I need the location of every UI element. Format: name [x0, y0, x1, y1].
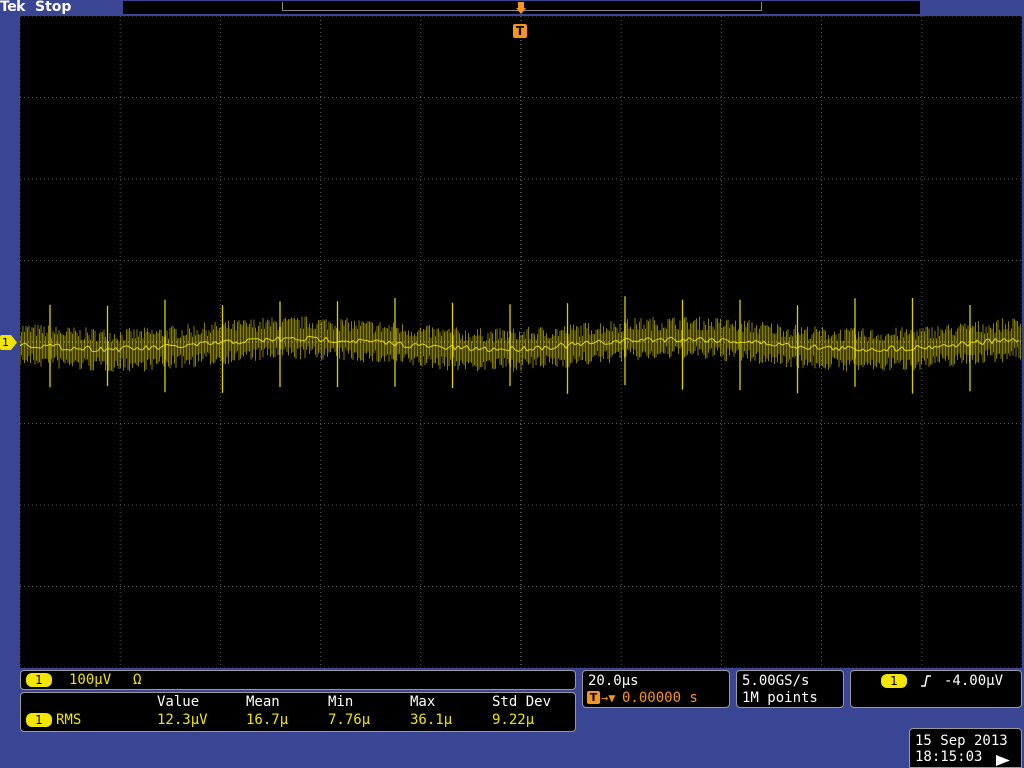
ch1-ground-label: 1: [2, 336, 9, 349]
brand-logo: Tek: [0, 0, 26, 15]
run-status: Stop: [35, 0, 72, 15]
trigger-level: -4.00µV: [944, 673, 1004, 689]
mouse-pointer-icon: [996, 755, 1010, 766]
meas-min: 7.76µ: [328, 712, 371, 728]
delay-arrow-icon: →▼: [601, 691, 616, 705]
meas-header-value: Value: [157, 694, 200, 710]
meas-value: 12.3µV: [157, 712, 208, 728]
trigger-marker-icon[interactable]: T: [513, 24, 527, 38]
meas-header-max: Max: [410, 694, 436, 710]
trigger-readout[interactable]: 1 -4.00µV: [850, 670, 1022, 708]
trigger-source-badge: 1: [881, 674, 907, 688]
horizontal-scale: 20.0µs: [588, 673, 639, 689]
sample-rate: 5.00GS/s: [742, 673, 810, 689]
meas-max: 36.1µ: [410, 712, 453, 728]
meas-header-min: Min: [328, 694, 354, 710]
measurement-panel[interactable]: Value Mean Min Max Std Dev 1 RMS 12.3µV …: [20, 692, 576, 732]
record-length: 1M points: [742, 690, 818, 706]
trigger-delay-icon: T: [587, 691, 600, 704]
meas-std-dev: 9.22µ: [492, 712, 535, 728]
waveform-display[interactable]: [20, 16, 1022, 668]
date: 15 Sep 2013: [915, 733, 1008, 749]
rising-edge-icon: [921, 675, 931, 687]
ch1-badge: 1: [26, 673, 52, 687]
meas-header-std-dev: Std Dev: [492, 694, 552, 710]
meas-type: RMS: [56, 712, 82, 728]
acquisition-readout[interactable]: 5.00GS/s 1M points: [736, 670, 844, 708]
meas-mean: 16.7µ: [246, 712, 289, 728]
top-status-bar: Tek Stop: [0, 0, 1024, 16]
ch1-scale: 100µV: [69, 672, 112, 688]
ch1-scale-readout[interactable]: 1 100µV Ω: [20, 670, 576, 690]
meas-header-mean: Mean: [246, 694, 280, 710]
trigger-delay: 0.00000 s: [622, 690, 698, 706]
trigger-position-icon: [516, 2, 526, 14]
time: 18:15:03: [915, 749, 983, 765]
meas-channel-badge: 1: [26, 713, 52, 727]
impedance-icon: Ω: [133, 672, 142, 688]
timebase-readout[interactable]: 20.0µs T →▼ 0.00000 s: [582, 670, 730, 708]
ch1-waveform-trace: [20, 296, 1021, 394]
